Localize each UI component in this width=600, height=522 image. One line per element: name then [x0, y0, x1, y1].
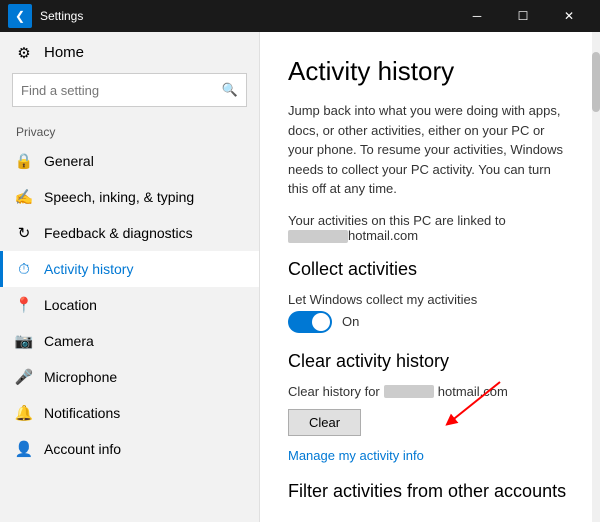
nav-label-speech: Speech, inking, & typing: [44, 189, 194, 205]
clear-button[interactable]: Clear: [288, 409, 361, 436]
clear-for-label: Clear history for: [288, 384, 380, 399]
nav-label-activity: Activity history: [44, 261, 133, 277]
linked-account-row: Your activities on this PC are linked to…: [288, 213, 572, 243]
home-icon: ⚙: [16, 45, 32, 61]
sidebar-item-location[interactable]: 📍 Location: [0, 287, 259, 323]
lock-icon: 🔒: [16, 153, 32, 169]
sidebar-item-activity[interactable]: ⏱ Activity history: [0, 251, 259, 287]
maximize-button[interactable]: ☐: [500, 0, 546, 32]
page-description: Jump back into what you were doing with …: [288, 101, 572, 199]
toggle-row: On: [288, 311, 572, 333]
nav-label-general: General: [44, 153, 94, 169]
nav-label-microphone: Microphone: [44, 369, 117, 385]
content-wrapper: Activity history Jump back into what you…: [260, 32, 600, 522]
linked-account-suffix: hotmail.com: [348, 228, 418, 243]
page-title: Activity history: [288, 56, 572, 87]
main-content: Activity history Jump back into what you…: [260, 32, 600, 522]
nav-label-camera: Camera: [44, 333, 94, 349]
sidebar-item-speech[interactable]: ✍ Speech, inking, & typing: [0, 179, 259, 215]
search-box[interactable]: 🔍: [12, 73, 247, 107]
search-input[interactable]: [21, 83, 216, 98]
toggle-knob: [312, 313, 330, 331]
toggle-on-label: On: [342, 314, 359, 329]
collect-section-heading: Collect activities: [288, 259, 572, 280]
window-title: Settings: [40, 9, 454, 23]
privacy-section-label: Privacy: [0, 115, 259, 143]
clear-account-redacted: [384, 385, 434, 398]
location-icon: 📍: [16, 297, 32, 313]
account-redacted: [288, 230, 348, 243]
sidebar-item-general[interactable]: 🔒 General: [0, 143, 259, 179]
collect-toggle-row: Let Windows collect my activities: [288, 292, 572, 307]
nav-label-location: Location: [44, 297, 97, 313]
filter-section-heading: Filter activities from other accounts: [288, 481, 572, 502]
close-icon: ✕: [564, 9, 574, 23]
window-controls: ─ ☐ ✕: [454, 0, 592, 32]
sidebar-home-button[interactable]: ⚙ Home: [0, 32, 259, 73]
clear-section-heading: Clear activity history: [288, 351, 572, 372]
nav-label-notifications: Notifications: [44, 405, 120, 421]
sidebar-item-notifications[interactable]: 🔔 Notifications: [0, 395, 259, 431]
title-bar: ❮ Settings ─ ☐ ✕: [0, 0, 600, 32]
collect-toggle[interactable]: [288, 311, 332, 333]
scrollbar[interactable]: [592, 32, 600, 522]
sidebar-item-microphone[interactable]: 🎤 Microphone: [0, 359, 259, 395]
sidebar-item-feedback[interactable]: ↻ Feedback & diagnostics: [0, 215, 259, 251]
microphone-icon: 🎤: [16, 369, 32, 385]
app-container: ⚙ Home 🔍 Privacy 🔒 General ✍ Speech, ink…: [0, 32, 600, 522]
activity-icon: ⏱: [16, 261, 32, 277]
linked-account-prefix: Your activities on this PC are linked to: [288, 213, 506, 228]
minimize-icon: ─: [473, 9, 482, 23]
feedback-icon: ↻: [16, 225, 32, 241]
clear-for-row: Clear history for hotmail.com: [288, 384, 572, 399]
clear-account-suffix: hotmail.com: [438, 384, 508, 399]
notifications-icon: 🔔: [16, 405, 32, 421]
manage-activity-link[interactable]: Manage my activity info: [288, 448, 572, 463]
maximize-icon: ☐: [518, 9, 529, 23]
minimize-button[interactable]: ─: [454, 0, 500, 32]
scrollbar-thumb[interactable]: [592, 52, 600, 112]
sidebar: ⚙ Home 🔍 Privacy 🔒 General ✍ Speech, ink…: [0, 32, 260, 522]
pen-icon: ✍: [16, 189, 32, 205]
back-button[interactable]: ❮: [8, 4, 32, 28]
nav-label-account: Account info: [44, 441, 121, 457]
back-icon: ❮: [15, 9, 25, 23]
sidebar-item-account[interactable]: 👤 Account info: [0, 431, 259, 467]
camera-icon: 📷: [16, 333, 32, 349]
sidebar-home-label: Home: [44, 44, 84, 61]
nav-label-feedback: Feedback & diagnostics: [44, 225, 193, 241]
collect-label: Let Windows collect my activities: [288, 292, 477, 307]
search-icon: 🔍: [222, 82, 238, 98]
close-button[interactable]: ✕: [546, 0, 592, 32]
account-icon: 👤: [16, 441, 32, 457]
sidebar-item-camera[interactable]: 📷 Camera: [0, 323, 259, 359]
